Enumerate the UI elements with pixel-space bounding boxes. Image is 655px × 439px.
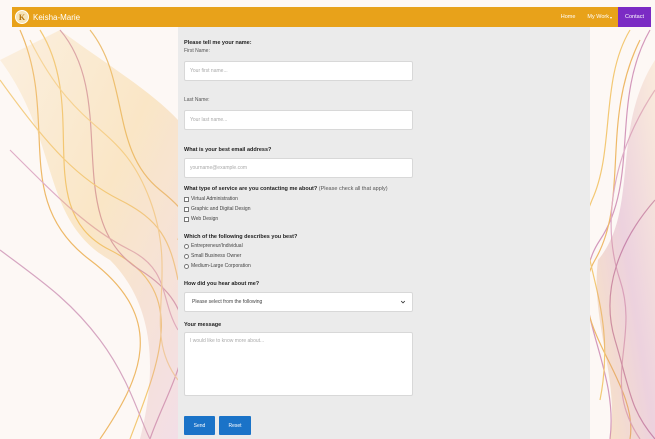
brand-name: Keisha-Marie: [33, 12, 81, 22]
brand-logo-icon: K: [15, 10, 29, 24]
nav-link-my-work[interactable]: My Work ▾: [581, 7, 618, 27]
option-label: Web Design: [191, 216, 219, 222]
service-option-virtual-admin[interactable]: Virtual Administration: [184, 196, 238, 202]
last-name-label: Last Name:: [184, 97, 210, 103]
option-label: Virtual Administration: [191, 196, 238, 202]
option-label: Entrepreneur/Individual: [191, 243, 243, 249]
option-label: Graphic and Digital Design: [191, 206, 251, 212]
navbar: K Keisha-Marie Home My Work ▾ Contact: [12, 7, 651, 27]
email-heading: What is your best email address?: [184, 147, 272, 153]
service-heading-text: What type of service are you contacting …: [184, 186, 318, 192]
service-note: (Please check all that apply): [318, 186, 388, 192]
contact-form-panel: Please tell me your name: First Name: La…: [178, 27, 590, 439]
nav-link-contact[interactable]: Contact: [618, 7, 651, 27]
service-option-graphic-design[interactable]: Graphic and Digital Design: [184, 206, 250, 212]
option-label: Small Business Owner: [191, 253, 242, 259]
checkbox[interactable]: [184, 206, 189, 212]
describe-option-individual[interactable]: Entrepreneur/Individual: [184, 243, 243, 249]
checkbox[interactable]: [184, 196, 189, 202]
describe-heading: Which of the following describes you bes…: [184, 234, 298, 240]
hear-heading: How did you hear about me?: [184, 281, 260, 287]
hear-select[interactable]: Please select from the following: [184, 292, 413, 312]
email-input[interactable]: [184, 158, 413, 178]
service-option-web-design[interactable]: Web Design: [184, 216, 218, 222]
nav-link-my-work-label: My Work: [587, 14, 610, 20]
describe-option-small-business[interactable]: Small Business Owner: [184, 253, 241, 259]
service-heading: What type of service are you contacting …: [184, 186, 388, 192]
hear-select-value: Please select from the following: [192, 299, 263, 305]
first-name-input[interactable]: [184, 61, 413, 81]
send-button[interactable]: Send: [184, 416, 215, 435]
option-label: Medium-Large Corporation: [191, 263, 251, 269]
describe-option-corporation[interactable]: Medium-Large Corporation: [184, 263, 251, 269]
message-heading: Your message: [184, 322, 222, 328]
brand-link[interactable]: K Keisha-Marie: [15, 10, 80, 24]
chevron-down-icon: [400, 300, 406, 304]
nav-link-home[interactable]: Home: [555, 7, 582, 27]
caret-down-icon: ▾: [610, 14, 613, 20]
radio[interactable]: [184, 263, 189, 269]
reset-button[interactable]: Reset: [219, 416, 251, 435]
first-name-label: First Name:: [184, 48, 210, 54]
name-heading: Please tell me your name:: [184, 40, 252, 46]
radio[interactable]: [184, 243, 189, 249]
nav-links: Home My Work ▾ Contact: [555, 7, 651, 27]
message-textarea[interactable]: [184, 332, 413, 396]
last-name-input[interactable]: [184, 110, 413, 130]
radio[interactable]: [184, 253, 189, 259]
checkbox[interactable]: [184, 216, 189, 222]
